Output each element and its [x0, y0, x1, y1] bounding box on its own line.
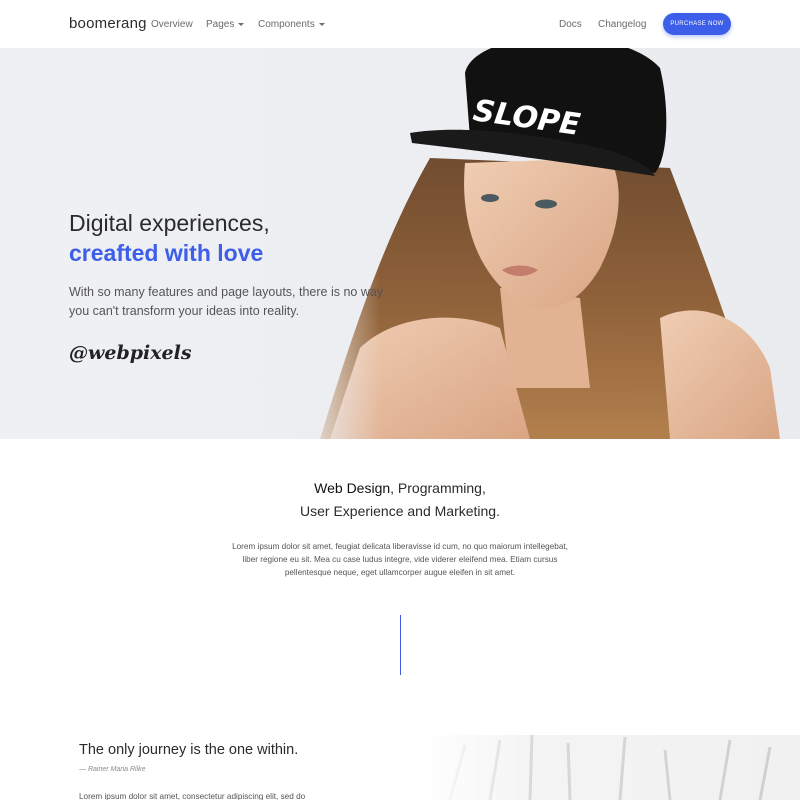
chevron-down-icon: [238, 22, 245, 26]
nav-link-components-label: Components: [258, 19, 315, 30]
quote-author: — Rainer Maria Rilke: [79, 766, 146, 773]
services-heading-line1: Web Design, Programming,: [0, 480, 800, 496]
quote-section-image: [420, 735, 800, 800]
services-heading-line2: User Experience and Marketing.: [300, 503, 500, 519]
nav-link-pages[interactable]: Pages: [206, 19, 245, 30]
brand-logo[interactable]: boomerang: [69, 15, 147, 32]
quote-title: The only journey is the one within.: [79, 742, 299, 758]
nav-link-changelog[interactable]: Changelog: [598, 19, 646, 30]
hero-section: SLOPE Digital experiences, creafted with…: [0, 48, 800, 439]
nav-link-docs[interactable]: Docs: [559, 19, 582, 30]
hero-title-line1: Digital experiences,: [69, 210, 270, 236]
hero-subtitle: With so many features and page layouts, …: [69, 285, 384, 318]
services-heading-rest: , Programming,: [390, 480, 486, 496]
quote-paragraph: Lorem ipsum dolor sit amet, consectetur …: [79, 792, 306, 800]
vertical-divider: [400, 615, 401, 675]
services-heading-bold: Web Design: [314, 480, 391, 496]
signature: @webpixels: [69, 342, 192, 364]
nav-link-overview[interactable]: Overview: [151, 19, 193, 30]
purchase-now-button[interactable]: PURCHASE NOW: [663, 13, 731, 35]
navbar: boomerang Overview Pages Components Docs…: [0, 0, 800, 48]
nav-link-pages-label: Pages: [206, 19, 235, 30]
nav-link-components[interactable]: Components: [258, 19, 325, 30]
services-paragraph: Lorem ipsum dolor sit amet, feugiat deli…: [232, 542, 568, 577]
chevron-down-icon: [318, 22, 325, 26]
hero-photo: SLOPE: [300, 48, 780, 439]
hero-title-line2: creafted with love: [69, 240, 264, 266]
